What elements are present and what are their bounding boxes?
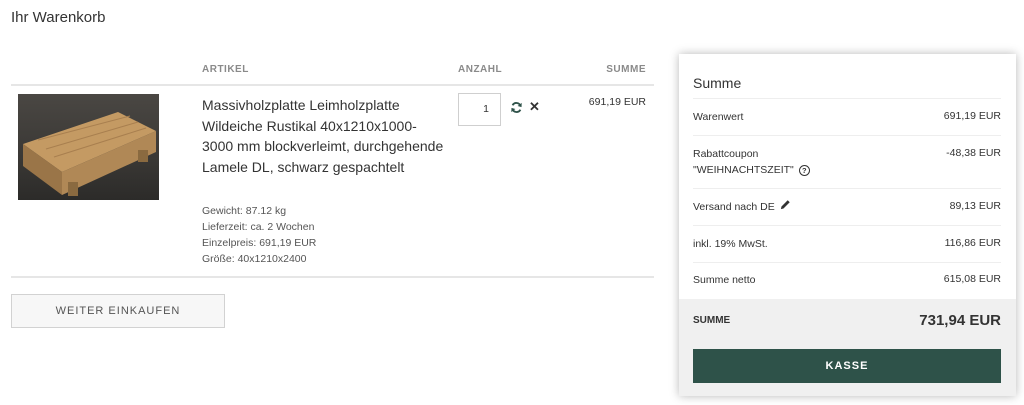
table-divider-bottom: [11, 276, 654, 278]
checkout-button[interactable]: KASSE: [693, 349, 1001, 383]
coupon-label: Rabattcoupon: [693, 148, 759, 160]
column-header-sum: SUMME: [606, 64, 646, 75]
product-title[interactable]: Massivholzplatte Leimholzplatte Wildeich…: [202, 95, 447, 177]
product-unit-price: Einzelpreis: 691,19 EUR: [202, 237, 317, 249]
product-weight: Gewicht: 87.12 kg: [202, 205, 287, 217]
summary-total-label: SUMME: [693, 315, 731, 326]
summary-title: Summe: [693, 75, 742, 91]
continue-shopping-button[interactable]: WEITER EINKAUFEN: [11, 294, 225, 328]
summary-divider: [693, 98, 1001, 99]
summary-total-band: SUMME 731,94 EUR KASSE: [679, 299, 1016, 396]
product-size: Größe: 40x1210x2400: [202, 253, 307, 265]
summary-value-goods-value: 691,19 EUR: [943, 110, 1001, 122]
product-delivery-time: Lieferzeit: ca. 2 Wochen: [202, 221, 315, 233]
summary-label-net-total: Summe netto: [693, 274, 756, 286]
order-summary-panel: Summe Warenwert 691,19 EUR Rabattcoupon …: [679, 54, 1016, 396]
coupon-code: "WEIHNACHTSZEIT": [693, 164, 794, 176]
summary-divider: [693, 225, 1001, 226]
summary-total-value: 731,94 EUR: [919, 312, 1001, 329]
line-item-total: 691,19 EUR: [588, 96, 646, 108]
summary-divider: [693, 262, 1001, 263]
summary-value-coupon: -48,38 EUR: [946, 147, 1001, 159]
table-divider-top: [11, 84, 654, 86]
summary-label-coupon: Rabattcoupon "WEIHNACHTSZEIT"?: [693, 146, 810, 178]
summary-label-goods-value: Warenwert: [693, 111, 744, 123]
summary-value-shipping: 89,13 EUR: [949, 200, 1001, 212]
column-header-quantity: ANZAHL: [458, 64, 503, 75]
page-title: Ihr Warenkorb: [11, 9, 106, 26]
info-icon[interactable]: ?: [798, 164, 810, 176]
close-icon[interactable]: ✕: [529, 100, 540, 113]
summary-divider: [693, 135, 1001, 136]
summary-divider: [693, 188, 1001, 189]
summary-value-vat: 116,86 EUR: [944, 237, 1001, 249]
summary-value-net-total: 615,08 EUR: [943, 273, 1001, 285]
summary-label-vat: inkl. 19% MwSt.: [693, 238, 768, 250]
summary-label-shipping: Versand nach DE: [693, 199, 791, 215]
column-header-article: ARTIKEL: [202, 64, 249, 75]
product-image[interactable]: [18, 94, 159, 200]
refresh-icon[interactable]: [510, 101, 523, 114]
pencil-icon[interactable]: [780, 199, 791, 215]
quantity-input[interactable]: 1: [458, 93, 501, 126]
shipping-label: Versand nach DE: [693, 201, 775, 213]
